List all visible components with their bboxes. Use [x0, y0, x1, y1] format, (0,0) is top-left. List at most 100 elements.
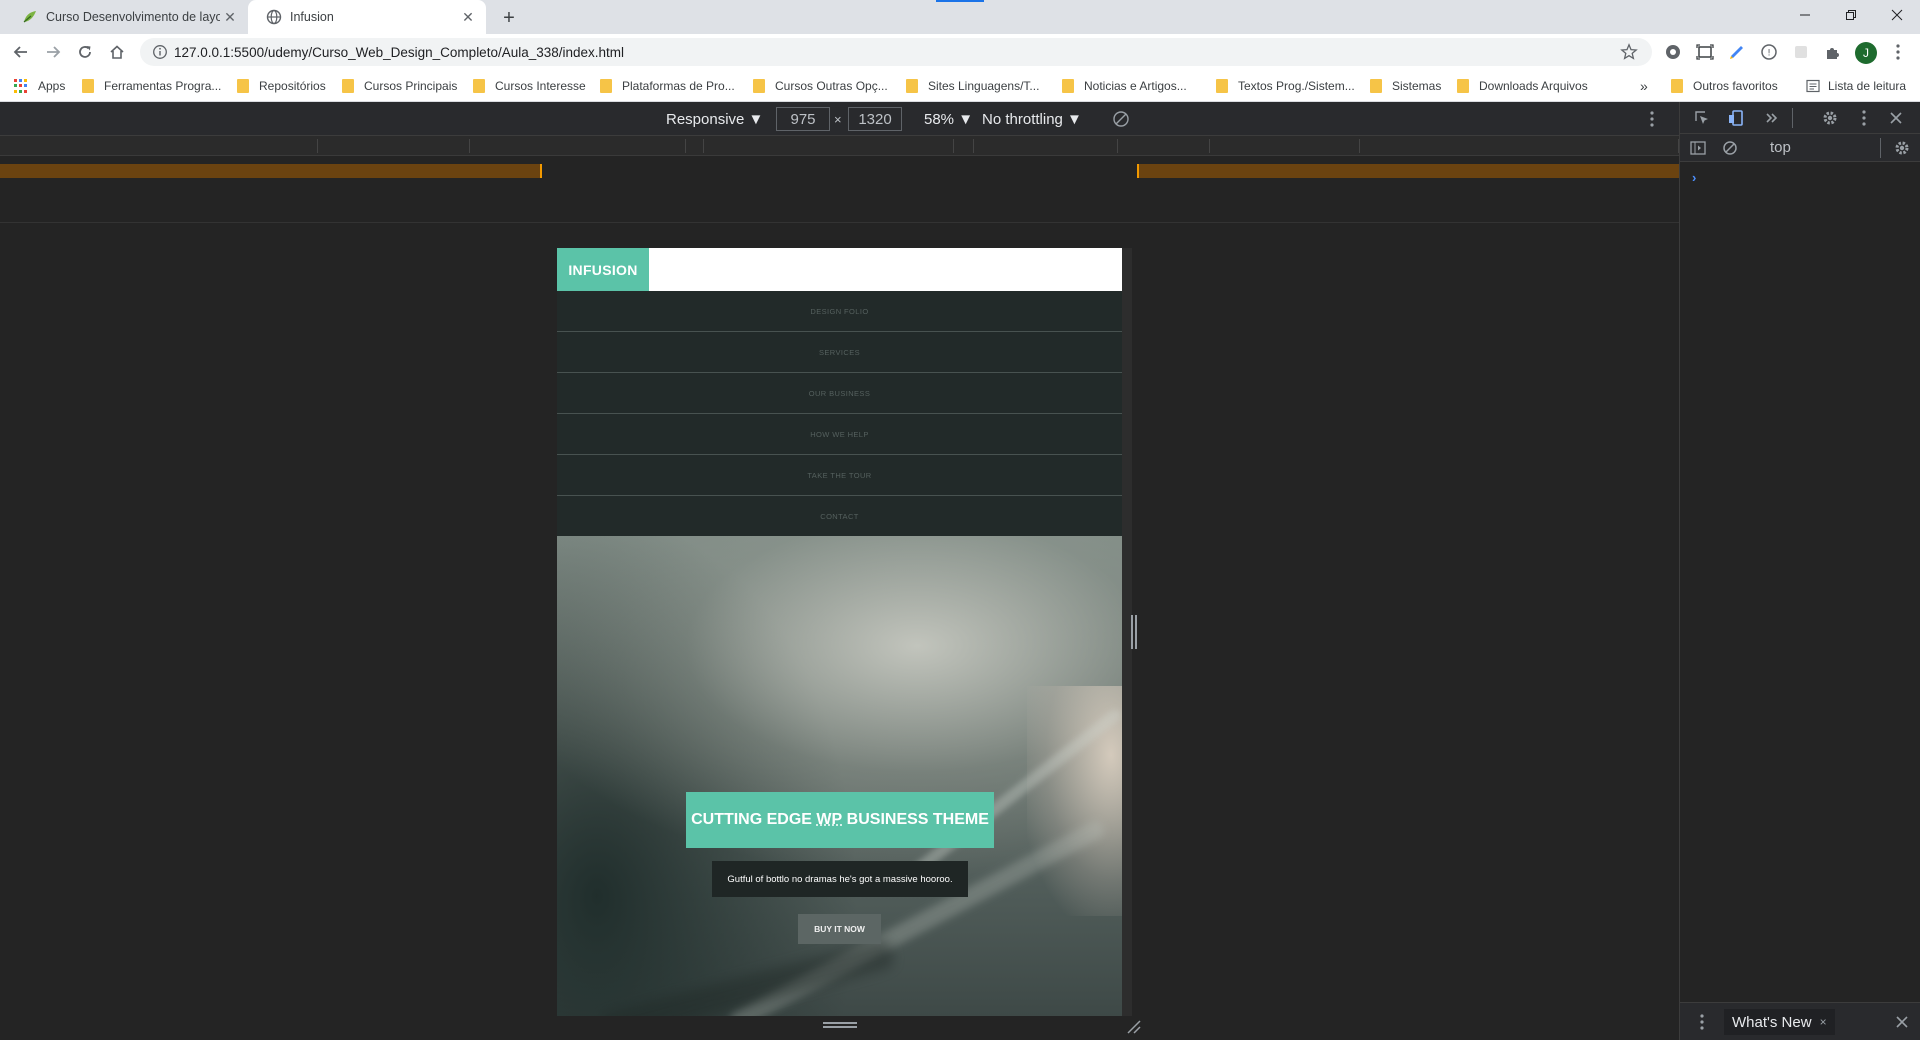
close-devtools-icon[interactable]	[1886, 108, 1906, 128]
bookmark-folder[interactable]: Cursos Interesse	[473, 77, 586, 95]
close-tab-icon[interactable]: ×	[1820, 1015, 1827, 1029]
rotate-icon[interactable]	[1112, 102, 1130, 136]
bookmark-label: Apps	[38, 79, 65, 93]
bookmark-folder[interactable]: Repositórios	[237, 77, 326, 95]
nav-link-design-folio[interactable]: DESIGN FOLIO	[557, 291, 1122, 332]
nav-link-our-business[interactable]: OUR BUSINESS	[557, 373, 1122, 414]
bookmark-folder[interactable]: Textos Prog./Sistem...	[1216, 77, 1355, 95]
nav-link-services[interactable]: SERVICES	[557, 332, 1122, 373]
hero-banner: CUTTING EDGE WP BUSINESS THEME Gutful of…	[557, 536, 1122, 1016]
folder-icon	[1062, 79, 1074, 93]
reload-icon[interactable]	[72, 39, 98, 65]
site-info-icon[interactable]	[152, 44, 168, 60]
bookmark-folder[interactable]: Sites Linguagens/T...	[906, 77, 1039, 95]
resize-corner-icon[interactable]	[1126, 1019, 1142, 1035]
device-mode-select[interactable]: Responsive ▼	[666, 102, 763, 136]
globe-favicon-icon	[266, 9, 282, 25]
forward-arrow-icon[interactable]	[40, 39, 66, 65]
folder-icon	[82, 79, 94, 93]
dimension-separator: ×	[834, 102, 842, 136]
console-toolbar: top	[1680, 134, 1920, 162]
sidebar-toggle-icon[interactable]	[1688, 138, 1708, 158]
whats-new-tab[interactable]: What's New ×	[1724, 1009, 1835, 1035]
device-toggle-icon[interactable]	[1726, 108, 1746, 128]
apps-grid-icon	[14, 79, 28, 93]
hero-title: CUTTING EDGE WP BUSINESS THEME	[686, 792, 994, 848]
extension-blue-icon[interactable]	[1727, 42, 1747, 62]
more-tabs-chevron-icon[interactable]	[1762, 108, 1782, 128]
console-settings-gear-icon[interactable]	[1892, 138, 1912, 158]
hero-title-part: BUSINESS THEME	[847, 811, 989, 829]
home-icon[interactable]	[104, 39, 130, 65]
site-logo[interactable]: INFUSION	[557, 248, 649, 291]
nav-link-contact[interactable]: CONTACT	[557, 496, 1122, 537]
resize-handle-right[interactable]	[1131, 615, 1137, 649]
bookmark-folder[interactable]: Plataformas de Pro...	[600, 77, 735, 95]
bookmark-folder[interactable]: Sistemas	[1370, 77, 1441, 95]
folder-icon	[1457, 79, 1469, 93]
resize-handle-bottom[interactable]	[823, 1022, 857, 1028]
toolbar-divider	[1880, 138, 1881, 158]
new-tab-button[interactable]: +	[498, 7, 520, 29]
bookmarks-overflow-button[interactable]: »	[1640, 77, 1648, 95]
bookmark-label: Lista de leitura	[1828, 79, 1906, 93]
nav-link-take-the-tour[interactable]: TAKE THE TOUR	[557, 455, 1122, 496]
zoom-select[interactable]: 58% ▼	[924, 102, 973, 136]
bookmark-folder[interactable]: Noticias e Artigos...	[1062, 77, 1187, 95]
tab-search-indicator	[936, 0, 984, 2]
extension-grey-icon[interactable]	[1791, 42, 1811, 62]
close-tab-icon[interactable]: ✕	[220, 7, 240, 27]
bookmark-other-favorites[interactable]: Outros favoritos	[1671, 77, 1778, 95]
media-query-bar[interactable]	[0, 164, 542, 178]
bookmark-folder[interactable]: Cursos Outras Opç...	[753, 77, 888, 95]
throttling-select[interactable]: No throttling ▼	[982, 102, 1082, 136]
devtools-menu-icon[interactable]	[1854, 108, 1874, 128]
javascript-context-select[interactable]: top	[1770, 139, 1791, 156]
bookmark-folder[interactable]: Cursos Principais	[342, 77, 457, 95]
folder-icon	[237, 79, 249, 93]
address-bar[interactable]: 127.0.0.1:5500/udemy/Curso_Web_Design_Co…	[140, 38, 1652, 66]
device-width-input[interactable]: 975	[776, 107, 830, 131]
tab-course[interactable]: Curso Desenvolvimento de layou ✕	[4, 0, 248, 34]
bookmark-label: Outros favoritos	[1693, 79, 1778, 93]
console-prompt[interactable]: ›	[1692, 170, 1696, 185]
folder-icon	[342, 79, 354, 93]
clear-console-icon[interactable]	[1720, 138, 1740, 158]
minimize-window-icon[interactable]	[1782, 0, 1828, 30]
extension-shield-icon[interactable]	[1663, 42, 1683, 62]
device-height-input[interactable]: 1320	[848, 107, 902, 131]
back-arrow-icon[interactable]	[8, 39, 34, 65]
buy-it-now-button[interactable]: BUY IT NOW	[798, 914, 881, 944]
bookmark-folder[interactable]: Ferramentas Progra...	[82, 77, 221, 95]
reading-list-button[interactable]: Lista de leitura	[1806, 77, 1906, 95]
close-drawer-icon[interactable]	[1892, 1012, 1912, 1032]
media-query-marker	[1137, 164, 1139, 178]
folder-icon	[600, 79, 612, 93]
leaf-favicon-icon	[22, 9, 38, 25]
device-toolbar-menu-icon[interactable]	[1650, 102, 1654, 136]
folder-icon	[1370, 79, 1382, 93]
bookmark-label: Cursos Outras Opç...	[775, 79, 888, 93]
bookmark-star-icon[interactable]	[1620, 43, 1638, 61]
close-window-icon[interactable]	[1874, 0, 1920, 30]
puzzle-extensions-icon[interactable]	[1823, 42, 1843, 62]
media-query-bar[interactable]	[1137, 164, 1679, 178]
inspect-element-icon[interactable]	[1692, 108, 1712, 128]
close-tab-icon[interactable]: ✕	[458, 7, 478, 27]
extension-circle-icon[interactable]: !	[1759, 42, 1779, 62]
emulated-page: INFUSION DESIGN FOLIO SERVICES OUR BUSIN…	[557, 248, 1122, 1016]
profile-avatar[interactable]: J	[1855, 42, 1877, 64]
restore-window-icon[interactable]	[1828, 0, 1874, 30]
folder-icon	[753, 79, 765, 93]
settings-gear-icon[interactable]	[1820, 108, 1840, 128]
folder-icon	[1216, 79, 1228, 93]
devtools-toolbar	[1680, 102, 1920, 134]
screenshot-icon[interactable]	[1695, 42, 1715, 62]
nav-link-how-we-help[interactable]: HOW WE HELP	[557, 414, 1122, 455]
bookmark-folder[interactable]: Downloads Arquivos	[1457, 77, 1588, 95]
bookmark-apps[interactable]: Apps	[14, 77, 65, 95]
drawer-menu-icon[interactable]	[1692, 1012, 1712, 1032]
tab-infusion[interactable]: Infusion ✕	[248, 0, 486, 34]
browser-menu-icon[interactable]	[1888, 42, 1908, 62]
media-query-marker	[540, 164, 542, 178]
